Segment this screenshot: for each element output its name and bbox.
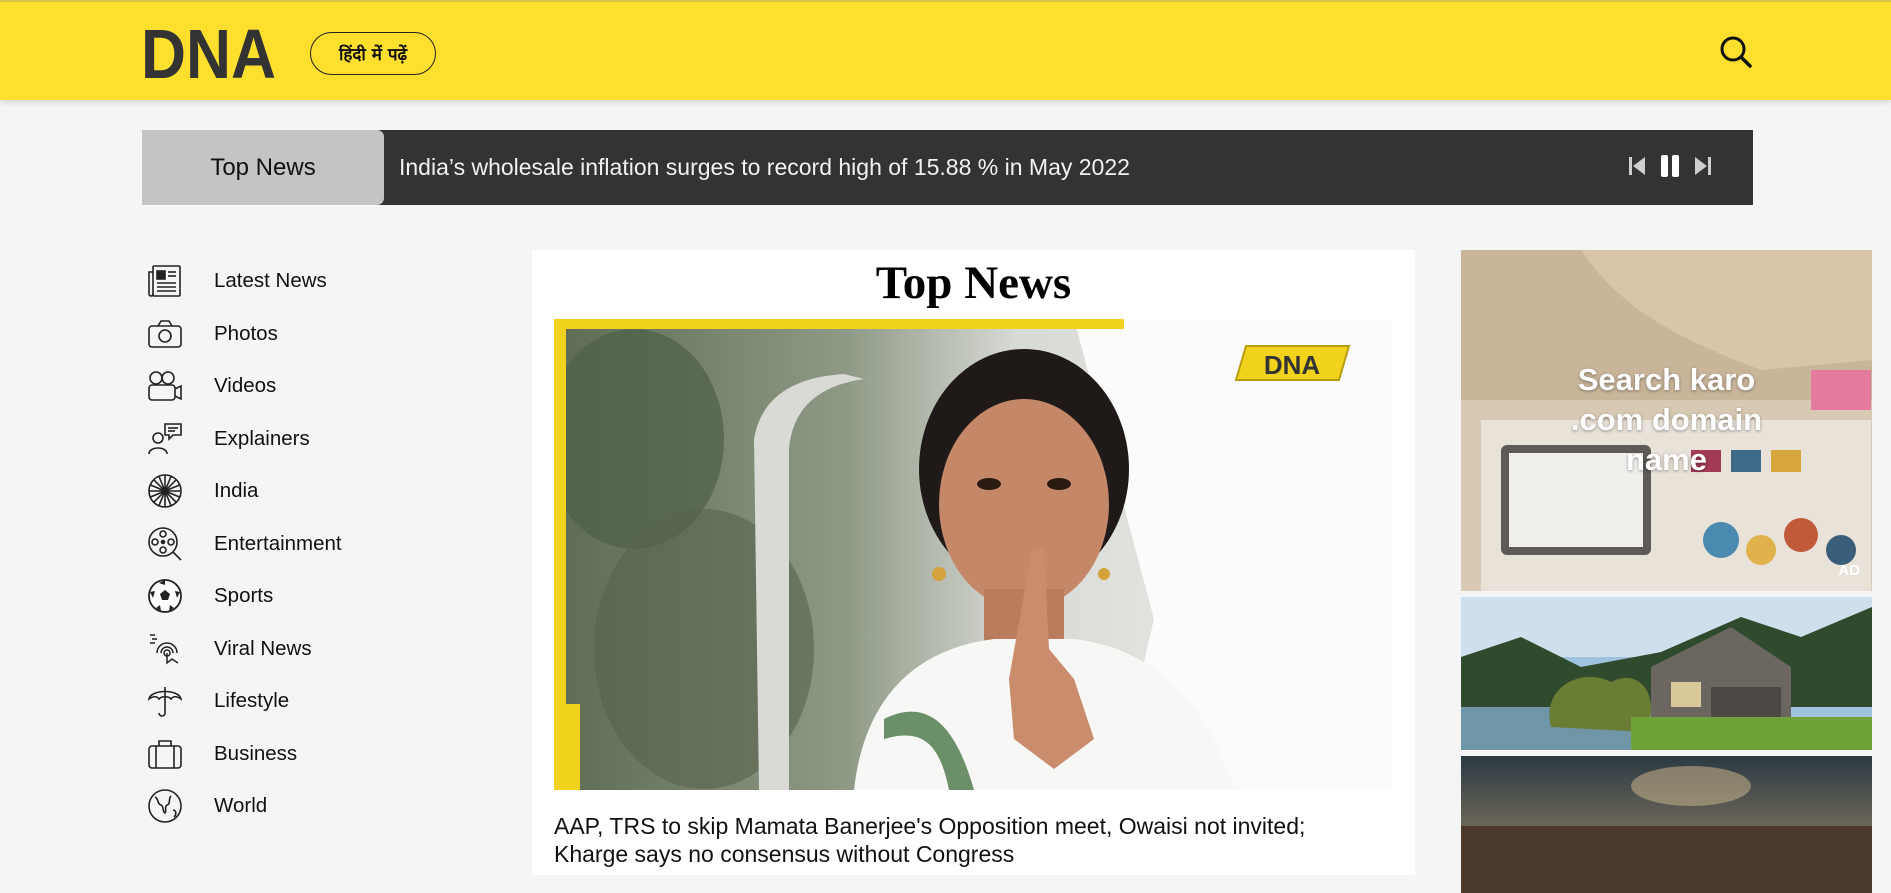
page-title: Top News (875, 257, 1072, 309)
sidebar-item-label: Business (214, 741, 298, 765)
news-ticker: Top News India’s wholesale inflation sur… (142, 130, 1753, 205)
sidebar-item-videos[interactable]: Videos (146, 360, 426, 413)
previous-button[interactable] (1625, 152, 1649, 180)
explainer-icon (146, 420, 184, 458)
house-illustration (1461, 597, 1872, 750)
umbrella-icon (146, 682, 184, 720)
sidebar-item-label: India (214, 479, 259, 503)
previous-icon (1629, 157, 1645, 175)
camera-icon (146, 315, 184, 353)
sidebar-item-lifestyle[interactable]: Lifestyle (146, 675, 426, 728)
chakra-icon (146, 472, 184, 510)
sidebar-item-label: Lifestyle (214, 689, 290, 713)
sidebar-item-label: Viral News (214, 636, 312, 660)
ticker-label: Top News (142, 130, 384, 205)
hindi-language-button[interactable]: हिंदी में पढ़ें (310, 32, 436, 75)
sidebar-item-label: Videos (214, 374, 277, 398)
dna-logo[interactable]: DNA (141, 20, 276, 84)
film-reel-icon (146, 525, 184, 563)
sidebar-item-label: Photos (214, 321, 278, 345)
next-button[interactable] (1691, 152, 1715, 180)
top-story-headline[interactable]: AAP, TRS to skip Mamata Banerjee's Oppos… (554, 812, 1374, 868)
site-header: DNA हिंदी में पढ़ें (0, 0, 1891, 100)
pause-button[interactable] (1658, 152, 1682, 180)
ad-domain-search[interactable]: Search karo .com domain name AD (1461, 250, 1872, 591)
ad-city-image[interactable] (1461, 756, 1872, 893)
video-camera-icon (146, 367, 184, 405)
newspaper-icon (146, 262, 184, 300)
sidebar-item-sports[interactable]: Sports (146, 570, 426, 623)
next-icon (1695, 157, 1711, 175)
ad-house-image[interactable] (1461, 597, 1872, 750)
globe-icon (146, 787, 184, 825)
search-button[interactable] (1716, 32, 1756, 72)
pause-icon (1661, 155, 1679, 177)
ticker-controls (1625, 152, 1715, 180)
viral-icon (146, 630, 184, 668)
ticker-headline[interactable]: India’s wholesale inflation surges to re… (384, 130, 1753, 205)
sidebar-item-photos[interactable]: Photos (146, 308, 426, 361)
sidebar-nav: Latest News Photos Videos Explainers Ind… (146, 255, 426, 833)
hero-badge-text: DNA (1264, 350, 1321, 380)
hero-illustration: DNA (554, 319, 1393, 790)
search-icon (1720, 36, 1752, 68)
briefcase-icon (146, 735, 184, 773)
top-news-card: Top News DNA AAP, TRS to skip Mamata Ban… (532, 250, 1415, 875)
sidebar-item-label: Latest News (214, 269, 327, 293)
ad-text: Search karo .com domain name (1570, 362, 1763, 477)
ad-badge: AD (1838, 562, 1860, 579)
sidebar-item-world[interactable]: World (146, 780, 426, 833)
sidebar-item-explainers[interactable]: Explainers (146, 413, 426, 466)
sidebar-item-india[interactable]: India (146, 465, 426, 518)
sidebar-item-label: World (214, 794, 268, 818)
hero-image[interactable]: DNA (554, 319, 1393, 790)
sidebar-item-viral-news[interactable]: Viral News (146, 623, 426, 676)
sidebar-item-label: Explainers (214, 426, 310, 450)
sidebar-item-entertainment[interactable]: Entertainment (146, 518, 426, 571)
sidebar-item-latest-news[interactable]: Latest News (146, 255, 426, 308)
sidebar-item-business[interactable]: Business (146, 728, 426, 781)
sidebar-item-label: Sports (214, 584, 274, 608)
logo-text: DNA (141, 20, 276, 84)
city-illustration (1461, 756, 1872, 893)
sidebar-item-label: Entertainment (214, 531, 342, 555)
football-icon (146, 577, 184, 615)
